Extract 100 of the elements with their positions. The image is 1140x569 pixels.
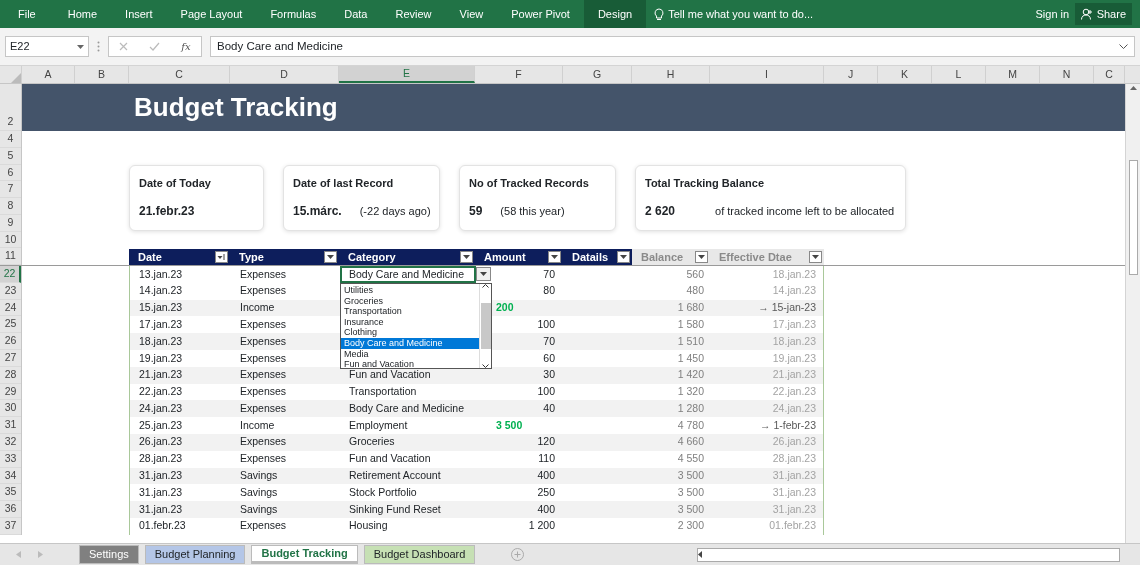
table-cell-text: Income xyxy=(239,417,276,433)
table-cell-text: 14.jan.23 xyxy=(138,283,184,299)
row-header[interactable]: 8 xyxy=(0,198,21,215)
table-cell-text: Expenses xyxy=(239,451,288,467)
row-header[interactable]: 26 xyxy=(0,333,21,350)
row-header[interactable]: 22 xyxy=(0,266,21,283)
chevron-down-icon[interactable] xyxy=(482,364,489,368)
name-box[interactable]: E22 xyxy=(5,36,89,57)
row-header[interactable]: 4 xyxy=(0,131,21,148)
row-header[interactable]: 5 xyxy=(0,147,21,165)
filter-button[interactable] xyxy=(460,251,473,263)
active-cell[interactable]: Body Care and Medicine xyxy=(340,266,476,283)
column-header[interactable]: G xyxy=(563,66,632,83)
table-cell-text: Savings xyxy=(239,468,279,484)
dropdown-option[interactable]: Clothing xyxy=(341,327,479,338)
column-header[interactable]: H xyxy=(632,66,710,83)
ribbon-tab[interactable]: Power Pivot xyxy=(497,0,584,28)
filter-button[interactable] xyxy=(324,251,337,263)
column-header[interactable]: C xyxy=(1094,66,1125,83)
ribbon-tab[interactable]: Page Layout xyxy=(166,0,257,28)
row-header[interactable]: 35 xyxy=(0,484,21,502)
filter-button[interactable] xyxy=(617,251,630,263)
scroll-thumb[interactable] xyxy=(480,303,491,349)
share-button[interactable]: Share xyxy=(1074,2,1132,26)
row-header[interactable]: 27 xyxy=(0,350,21,367)
row-header[interactable]: 30 xyxy=(0,400,21,418)
dropdown-option[interactable]: Utilities xyxy=(341,285,479,296)
sign-in-link[interactable]: Sign in xyxy=(1035,5,1070,23)
tell-me-search[interactable]: Tell me what you want to do... xyxy=(668,5,814,23)
column-heading: Date xyxy=(129,249,230,265)
table-cell-text: 15.jan.23 xyxy=(138,300,184,316)
row-header[interactable]: 34 xyxy=(0,467,21,485)
row-header[interactable]: 32 xyxy=(0,433,21,451)
column-header[interactable]: J xyxy=(824,66,878,83)
filter-button[interactable] xyxy=(695,251,708,263)
row-header[interactable]: 9 xyxy=(0,214,21,232)
row-header[interactable]: 6 xyxy=(0,164,21,182)
card-note: of tracked income left to be allocated xyxy=(715,203,895,219)
column-header[interactable]: A xyxy=(22,66,75,83)
chevron-up-icon[interactable] xyxy=(482,284,489,288)
row-header[interactable]: 29 xyxy=(0,383,21,401)
row-header[interactable]: 25 xyxy=(0,316,21,334)
chevron-icon[interactable] xyxy=(1119,44,1128,49)
column-header[interactable]: F xyxy=(475,66,563,83)
table-cell-text: 28.jan.23 xyxy=(771,451,817,467)
dropdown-button[interactable] xyxy=(476,267,491,281)
column-header[interactable]: B xyxy=(75,66,129,83)
scroll-thumb[interactable] xyxy=(1128,160,1138,275)
vertical-scrollbar[interactable] xyxy=(1125,84,1140,543)
ribbon-tab[interactable]: Review xyxy=(381,0,446,28)
row-header[interactable]: 10 xyxy=(0,231,21,249)
dropdown-option[interactable]: Transportation xyxy=(341,306,479,317)
row-header[interactable]: 28 xyxy=(0,366,21,384)
row-header[interactable]: 11 xyxy=(0,248,21,265)
row-header[interactable]: 33 xyxy=(0,450,21,468)
column-header[interactable]: M xyxy=(986,66,1040,83)
table-cell-text: 120 xyxy=(537,434,555,450)
dropdown-option[interactable]: Body Care and Medicine xyxy=(341,337,479,349)
ribbon-tab[interactable]: File xyxy=(0,0,54,28)
formula-field[interactable]: Body Care and Medicine xyxy=(210,36,1135,57)
column-header[interactable]: K xyxy=(878,66,932,83)
row-header[interactable]: 23 xyxy=(0,282,21,300)
row-header[interactable]: 2 xyxy=(0,84,21,131)
column-header[interactable]: N xyxy=(1040,66,1094,83)
ribbon-tab[interactable]: Design xyxy=(583,0,647,28)
dropdown-option[interactable]: Fun and Vacation xyxy=(341,359,479,370)
scroll-up-icon[interactable] xyxy=(1129,86,1137,90)
check-icon[interactable] xyxy=(149,42,161,51)
ribbon-tab[interactable]: Data xyxy=(330,0,382,28)
filter-button[interactable] xyxy=(809,251,822,263)
table-cell-text: Fun and Vacation xyxy=(348,367,432,383)
dropdown-option[interactable]: Media xyxy=(341,348,479,360)
dropdown-option[interactable]: Groceries xyxy=(341,295,479,307)
row-header[interactable]: 24 xyxy=(0,299,21,317)
horizontal-scrollbar[interactable] xyxy=(697,547,1120,562)
scroll-left-icon[interactable] xyxy=(698,551,702,558)
row-header[interactable]: 36 xyxy=(0,501,21,518)
table-cell: 400 xyxy=(537,468,555,484)
filter-button[interactable] xyxy=(215,251,228,263)
row-header[interactable]: 31 xyxy=(0,417,21,434)
column-header[interactable]: I xyxy=(710,66,824,83)
sheet-tab[interactable]: Budget Tracking xyxy=(251,545,358,564)
ribbon-tab[interactable]: Home xyxy=(53,0,112,28)
ribbon-tab[interactable]: Formulas xyxy=(256,0,331,28)
dropdown-option[interactable]: Insurance xyxy=(341,316,479,328)
filter-button[interactable] xyxy=(548,251,561,263)
sheet-tab[interactable]: Settings xyxy=(79,545,139,564)
ribbon-tab[interactable]: View xyxy=(445,0,498,28)
row-header[interactable]: 37 xyxy=(0,517,21,535)
insert-function-button[interactable]: fx xyxy=(181,39,191,54)
sheet-tab[interactable]: Budget Planning xyxy=(144,545,246,564)
column-header[interactable]: E xyxy=(339,66,475,83)
column-header[interactable]: L xyxy=(932,66,986,83)
column-header[interactable]: C xyxy=(129,66,230,83)
table-cell: 200 xyxy=(496,300,514,316)
table-cell-text: Stock Portfolio xyxy=(348,484,418,500)
ribbon-tab[interactable]: Insert xyxy=(111,0,167,28)
table-cell-text: 4 550 xyxy=(676,451,705,467)
row-header[interactable]: 7 xyxy=(0,181,21,198)
sheet-tab[interactable]: Budget Dashboard xyxy=(363,545,476,564)
